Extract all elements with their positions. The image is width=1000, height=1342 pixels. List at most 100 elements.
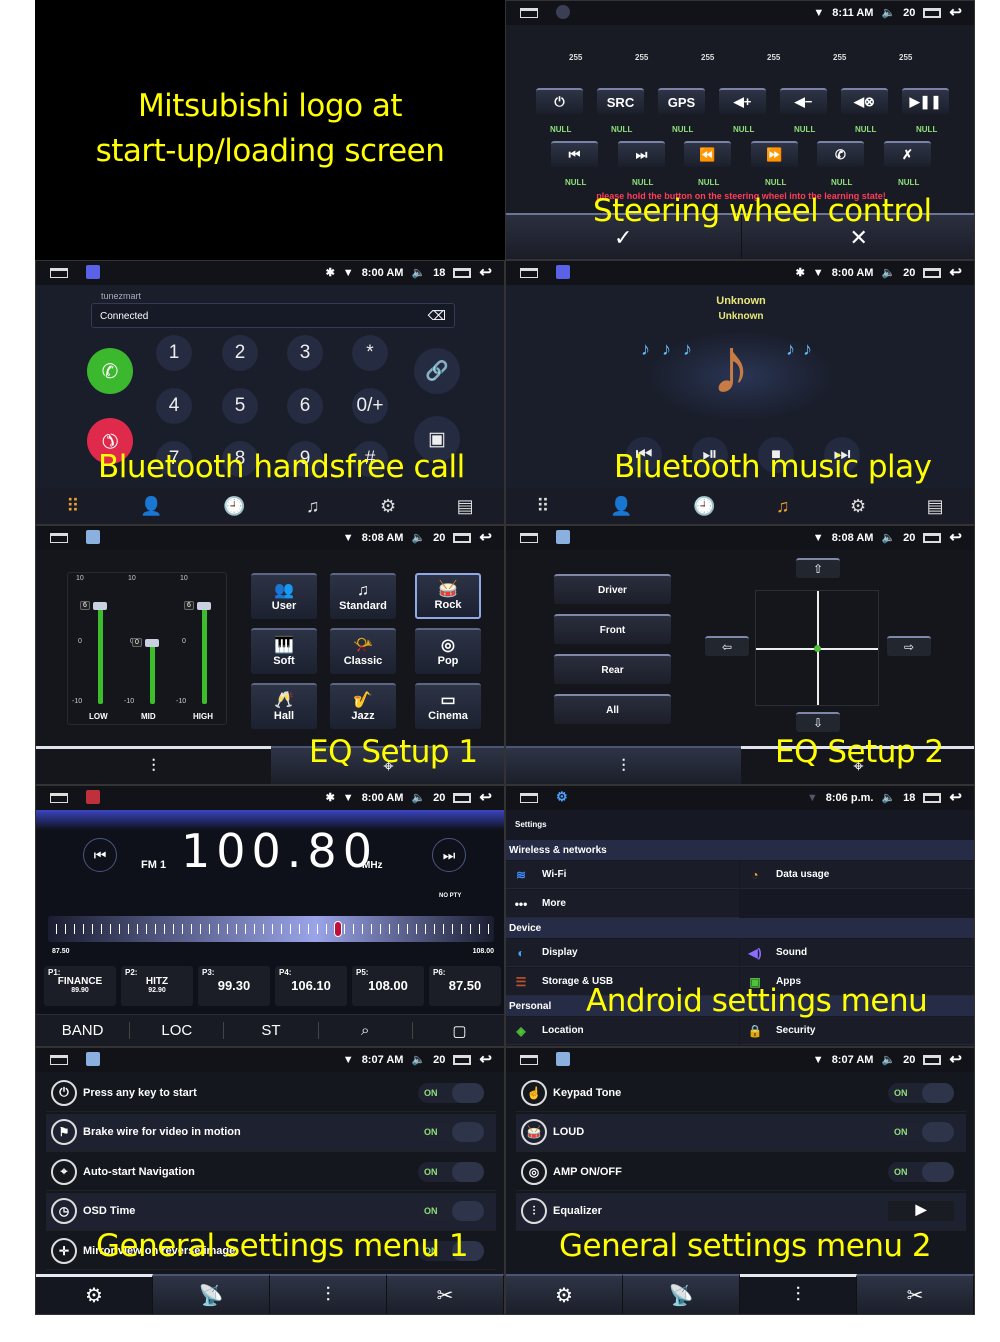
radio-settings-tab[interactable]: 📡 xyxy=(623,1274,740,1314)
home-icon[interactable] xyxy=(50,793,68,803)
factory-settings-tab[interactable]: ✂ xyxy=(387,1274,504,1314)
preset-rock[interactable]: 🥁 Rock xyxy=(415,573,481,619)
preset-classic[interactable]: 📯 Classic xyxy=(330,628,396,674)
preset-user[interactable]: 👥 User xyxy=(251,573,317,619)
back-icon[interactable]: ↩ xyxy=(949,5,962,20)
link-button[interactable]: 🔗 xyxy=(414,348,460,394)
contacts-icon[interactable]: 👤 xyxy=(140,496,162,517)
loc-button[interactable]: LOC xyxy=(130,1022,225,1039)
zone-driver-button[interactable]: Driver xyxy=(554,574,671,604)
phone-list-icon[interactable]: ▤ xyxy=(927,496,944,517)
backspace-icon[interactable]: ⌫ xyxy=(428,308,446,324)
preset-6[interactable]: P6: 87.50 xyxy=(429,966,501,1006)
setting-brake-wire-for-video-in-motion[interactable]: ⚑ Brake wire for video in motion ON xyxy=(46,1113,496,1152)
setting-amp-on-off[interactable]: ◎ AMP ON/OFF ON xyxy=(516,1153,966,1191)
key-7[interactable]: 0/+ xyxy=(352,388,388,424)
key-0[interactable]: 1 xyxy=(156,335,192,371)
zone-all-button[interactable]: All xyxy=(554,694,671,724)
home-icon[interactable] xyxy=(520,793,538,803)
preset-4[interactable]: P4: 106.10 xyxy=(275,966,347,1006)
balance-down-button[interactable]: ⇩ xyxy=(796,712,840,732)
preset-soft[interactable]: 🎹 Soft xyxy=(251,628,317,674)
back-icon[interactable]: ↩ xyxy=(479,790,492,805)
recents-icon[interactable] xyxy=(923,532,942,543)
setting-loud[interactable]: 🥁 LOUD ON xyxy=(516,1113,966,1152)
open-arrow-button[interactable]: ▶ xyxy=(888,1201,954,1221)
call-button[interactable]: ✆ xyxy=(87,348,133,394)
home-icon[interactable] xyxy=(520,533,538,543)
preset-hall[interactable]: 🥂 Hall xyxy=(251,683,317,729)
low-slider-thumb[interactable] xyxy=(93,601,107,610)
seek-back-button[interactable]: ⏮ xyxy=(83,838,117,872)
preset-5[interactable]: P5: 108.00 xyxy=(352,966,424,1006)
key-6[interactable]: 6 xyxy=(287,388,323,424)
answer-call-button[interactable]: ✆ xyxy=(817,141,864,167)
rewind-button[interactable]: ⏪ xyxy=(684,141,731,167)
hang-up-button[interactable]: ✗ xyxy=(884,141,931,167)
recents-icon[interactable] xyxy=(453,1054,472,1065)
zone-front-button[interactable]: Front xyxy=(554,614,671,644)
recents-icon[interactable] xyxy=(923,792,942,803)
key-1[interactable]: 2 xyxy=(222,335,258,371)
music-icon[interactable]: ♫ xyxy=(306,496,320,517)
source-button[interactable]: SRC xyxy=(597,88,644,114)
contacts-icon[interactable]: 👤 xyxy=(610,496,632,517)
toggle-switch[interactable]: ON xyxy=(418,1161,484,1182)
balance-up-button[interactable]: ⇧ xyxy=(796,558,840,578)
phone-list-icon[interactable]: ▤ xyxy=(457,496,474,517)
back-icon[interactable]: ↩ xyxy=(949,1052,962,1067)
settings-item-sound[interactable]: ◀) Sound xyxy=(740,939,974,967)
general-settings-tab[interactable]: ⚙ xyxy=(506,1274,623,1314)
history-icon[interactable]: 🕘 xyxy=(693,496,715,517)
general-settings-tab[interactable]: ⚙ xyxy=(36,1274,153,1314)
back-icon[interactable]: ↩ xyxy=(479,530,492,545)
preset-3[interactable]: P3: 99.30 xyxy=(198,966,270,1006)
fast-forward-button[interactable]: ⏩ xyxy=(751,141,798,167)
zone-rear-button[interactable]: Rear xyxy=(554,654,671,684)
st-button[interactable]: ST xyxy=(224,1022,319,1039)
preset-cinema[interactable]: ▭ Cinema xyxy=(415,683,481,729)
gps-button[interactable]: GPS xyxy=(658,88,705,114)
mid-slider-thumb[interactable] xyxy=(145,638,159,647)
band-button[interactable]: BAND xyxy=(36,1022,131,1039)
seek-forward-button[interactable]: ⏭ xyxy=(432,838,466,872)
recents-icon[interactable] xyxy=(453,267,472,278)
next-button[interactable]: ⏭ xyxy=(618,141,665,167)
volume-down-button[interactable]: ◀− xyxy=(780,88,827,114)
toggle-switch[interactable]: ON xyxy=(418,1201,484,1221)
toggle-switch[interactable]: ON xyxy=(418,1122,484,1142)
home-icon[interactable] xyxy=(520,8,538,18)
radio-settings-tab[interactable]: 📡 xyxy=(153,1274,270,1314)
play-pause-button[interactable]: ▶❚❚ xyxy=(902,88,949,114)
setting-equalizer[interactable]: ⫶ Equalizer ▶ xyxy=(516,1192,966,1231)
preset-jazz[interactable]: 🎷 Jazz xyxy=(330,683,396,729)
home-icon[interactable] xyxy=(50,268,68,278)
recents-icon[interactable] xyxy=(923,1054,942,1065)
recents-icon[interactable] xyxy=(453,792,472,803)
key-5[interactable]: 5 xyxy=(222,388,258,424)
back-icon[interactable]: ↩ xyxy=(949,265,962,280)
dialpad-icon[interactable]: ⠿ xyxy=(66,496,79,517)
key-4[interactable]: 4 xyxy=(156,388,192,424)
home-icon[interactable] xyxy=(50,1055,68,1065)
settings-icon[interactable]: ⚙ xyxy=(380,496,396,517)
back-icon[interactable]: ↩ xyxy=(479,265,492,280)
dial-display[interactable]: Connected ⌫ xyxy=(91,303,455,328)
recents-icon[interactable] xyxy=(453,532,472,543)
audio-settings-tab[interactable]: ⫶ xyxy=(740,1274,857,1314)
balance-left-button[interactable]: ⇦ xyxy=(705,636,749,656)
key-3[interactable]: * xyxy=(352,335,388,371)
preset-pop[interactable]: ◎ Pop xyxy=(415,628,481,674)
recents-icon[interactable] xyxy=(923,7,942,18)
toggle-switch[interactable]: ON xyxy=(888,1082,954,1103)
equalizer-tab[interactable]: ⫶ xyxy=(506,746,741,784)
toggle-switch[interactable]: ON xyxy=(888,1122,954,1142)
balance-point[interactable] xyxy=(814,645,821,652)
setting-press-any-key-to-start[interactable]: ⏻ Press any key to start ON xyxy=(46,1074,496,1112)
settings-item-location[interactable]: ◈ Location xyxy=(506,1017,739,1045)
home-icon[interactable] xyxy=(520,1055,538,1065)
back-icon[interactable]: ↩ xyxy=(949,790,962,805)
factory-settings-tab[interactable]: ✂ xyxy=(857,1274,974,1314)
preset-1[interactable]: P1: FINANCE 89.90 xyxy=(44,966,116,1006)
settings-item-security[interactable]: 🔒 Security xyxy=(740,1017,974,1045)
